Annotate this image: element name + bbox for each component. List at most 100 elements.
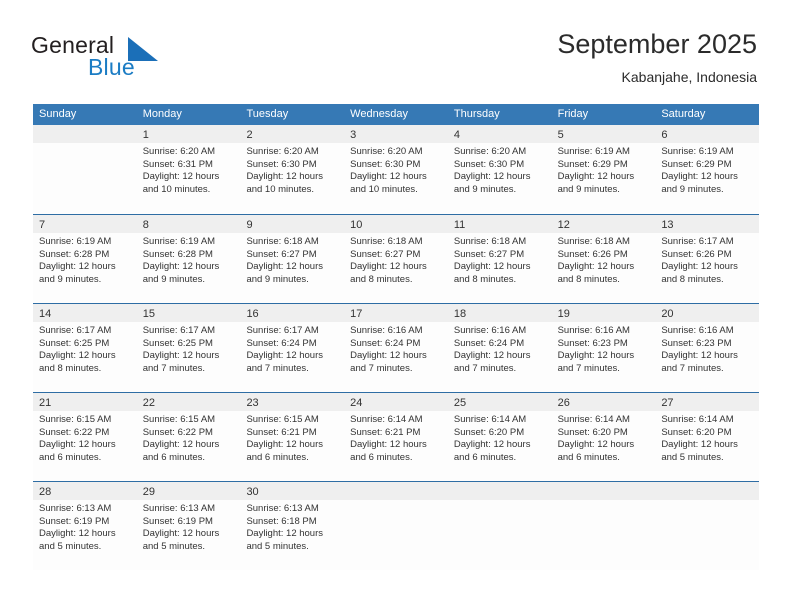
day-cell[interactable]: 12 Sunrise: 6:18 AM Sunset: 6:26 PM Dayl… [551, 215, 656, 303]
daylight-text-line2: and 6 minutes. [350, 451, 413, 463]
day-cell[interactable]: 6 Sunrise: 6:19 AM Sunset: 6:29 PM Dayli… [655, 125, 760, 214]
day-cell[interactable] [447, 482, 552, 570]
day-details: Sunrise: 6:19 AM Sunset: 6:29 PM Dayligh… [552, 143, 656, 196]
day-number-band: 30 [240, 482, 345, 500]
day-details: Sunrise: 6:16 AM Sunset: 6:24 PM Dayligh… [448, 322, 552, 375]
sunset-text: Sunset: 6:21 PM [246, 426, 317, 438]
day-cell[interactable]: 14 Sunrise: 6:17 AM Sunset: 6:25 PM Dayl… [33, 304, 137, 392]
week-row: 21 Sunrise: 6:15 AM Sunset: 6:22 PM Dayl… [33, 392, 760, 481]
day-cell[interactable]: 16 Sunrise: 6:17 AM Sunset: 6:24 PM Dayl… [240, 304, 345, 392]
sunrise-text: Sunrise: 6:19 AM [142, 236, 216, 247]
daylight-text-line2: and 10 minutes. [142, 183, 211, 195]
day-cell[interactable]: 7 Sunrise: 6:19 AM Sunset: 6:28 PM Dayli… [33, 215, 137, 303]
daylight-text-line2: and 5 minutes. [39, 540, 102, 552]
day-cell[interactable]: 15 Sunrise: 6:17 AM Sunset: 6:25 PM Dayl… [136, 304, 241, 392]
day-cell[interactable]: 24 Sunrise: 6:14 AM Sunset: 6:21 PM Dayl… [344, 393, 448, 481]
week-row: 28 Sunrise: 6:13 AM Sunset: 6:19 PM Dayl… [33, 481, 760, 570]
daylight-text-line1: Daylight: 12 hours [453, 350, 531, 362]
daylight-text-line1: Daylight: 12 hours [350, 261, 427, 273]
day-cell[interactable]: 30 Sunrise: 6:13 AM Sunset: 6:18 PM Dayl… [240, 482, 345, 570]
day-cell[interactable]: 10 Sunrise: 6:18 AM Sunset: 6:27 PM Dayl… [344, 215, 448, 303]
daylight-text-line1: Daylight: 12 hours [557, 171, 635, 183]
day-cell[interactable]: 29 Sunrise: 6:13 AM Sunset: 6:19 PM Dayl… [136, 482, 241, 570]
day-cell[interactable]: 17 Sunrise: 6:16 AM Sunset: 6:24 PM Dayl… [344, 304, 448, 392]
day-number: 18 [453, 308, 467, 320]
general-blue-logo[interactable]: General Blue [31, 32, 251, 84]
day-number-band: 19 [551, 304, 656, 322]
sunrise-text: Sunrise: 6:17 AM [661, 236, 734, 247]
weekday-header-thursday: Thursday [453, 108, 500, 120]
day-cell[interactable]: 23 Sunrise: 6:15 AM Sunset: 6:21 PM Dayl… [240, 393, 345, 481]
day-number-band [447, 482, 552, 500]
sunset-text: Sunset: 6:26 PM [557, 248, 628, 260]
day-cell[interactable] [655, 482, 760, 570]
daylight-text-line1: Daylight: 12 hours [142, 528, 220, 540]
sunset-text: Sunset: 6:19 PM [39, 515, 110, 527]
sunrise-text: Sunrise: 6:18 AM [246, 236, 319, 247]
day-cell[interactable] [33, 125, 137, 214]
day-cell[interactable]: 22 Sunrise: 6:15 AM Sunset: 6:22 PM Dayl… [136, 393, 241, 481]
day-cell[interactable]: 5 Sunrise: 6:19 AM Sunset: 6:29 PM Dayli… [551, 125, 656, 214]
day-number-band [33, 125, 137, 143]
day-number: 30 [246, 486, 259, 498]
day-cell[interactable]: 8 Sunrise: 6:19 AM Sunset: 6:28 PM Dayli… [136, 215, 241, 303]
day-cell[interactable] [551, 482, 656, 570]
sunrise-text: Sunrise: 6:20 AM [350, 146, 423, 157]
daylight-text-line1: Daylight: 12 hours [39, 528, 116, 540]
day-number-band: 10 [344, 215, 448, 233]
daylight-text-line1: Daylight: 12 hours [453, 261, 531, 273]
day-cell[interactable]: 3 Sunrise: 6:20 AM Sunset: 6:30 PM Dayli… [344, 125, 448, 214]
sunrise-text: Sunrise: 6:20 AM [246, 146, 319, 157]
daylight-text-line2: and 6 minutes. [453, 451, 517, 463]
day-number-band: 18 [447, 304, 552, 322]
day-cell[interactable]: 2 Sunrise: 6:20 AM Sunset: 6:30 PM Dayli… [240, 125, 345, 214]
sunrise-text: Sunrise: 6:16 AM [661, 325, 734, 336]
sunset-text: Sunset: 6:29 PM [661, 158, 732, 170]
day-cell[interactable]: 21 Sunrise: 6:15 AM Sunset: 6:22 PM Dayl… [33, 393, 137, 481]
day-number: 14 [39, 308, 52, 320]
day-details: Sunrise: 6:17 AM Sunset: 6:25 PM Dayligh… [33, 322, 137, 375]
daylight-text-line1: Daylight: 12 hours [350, 350, 427, 362]
day-cell[interactable]: 11 Sunrise: 6:18 AM Sunset: 6:27 PM Dayl… [447, 215, 552, 303]
day-details [448, 500, 552, 503]
sunset-text: Sunset: 6:24 PM [350, 337, 421, 349]
daylight-text-line2: and 8 minutes. [39, 362, 102, 374]
daylight-text-line2: and 9 minutes. [246, 273, 309, 285]
day-number: 10 [350, 219, 363, 231]
day-cell[interactable]: 1 Sunrise: 6:20 AM Sunset: 6:31 PM Dayli… [136, 125, 241, 214]
day-details: Sunrise: 6:16 AM Sunset: 6:24 PM Dayligh… [344, 322, 448, 375]
daylight-text-line2: and 10 minutes. [246, 183, 315, 195]
day-number-band: 29 [136, 482, 241, 500]
day-cell[interactable]: 26 Sunrise: 6:14 AM Sunset: 6:20 PM Dayl… [551, 393, 656, 481]
day-number: 22 [142, 397, 155, 409]
day-cell[interactable]: 9 Sunrise: 6:18 AM Sunset: 6:27 PM Dayli… [240, 215, 345, 303]
daylight-text-line2: and 8 minutes. [350, 273, 413, 285]
day-cell[interactable]: 4 Sunrise: 6:20 AM Sunset: 6:30 PM Dayli… [447, 125, 552, 214]
day-details: Sunrise: 6:14 AM Sunset: 6:20 PM Dayligh… [552, 411, 656, 464]
day-number: 21 [39, 397, 52, 409]
daylight-text-line2: and 8 minutes. [453, 273, 517, 285]
day-details: Sunrise: 6:20 AM Sunset: 6:30 PM Dayligh… [448, 143, 552, 196]
day-number: 5 [557, 129, 564, 141]
day-number: 29 [142, 486, 155, 498]
sunset-text: Sunset: 6:24 PM [246, 337, 317, 349]
sunrise-text: Sunrise: 6:16 AM [453, 325, 527, 336]
day-cell[interactable]: 28 Sunrise: 6:13 AM Sunset: 6:19 PM Dayl… [33, 482, 137, 570]
sunset-text: Sunset: 6:22 PM [39, 426, 110, 438]
day-cell[interactable]: 20 Sunrise: 6:16 AM Sunset: 6:23 PM Dayl… [655, 304, 760, 392]
day-cell[interactable]: 19 Sunrise: 6:16 AM Sunset: 6:23 PM Dayl… [551, 304, 656, 392]
day-cell[interactable]: 13 Sunrise: 6:17 AM Sunset: 6:26 PM Dayl… [655, 215, 760, 303]
sunrise-text: Sunrise: 6:19 AM [39, 236, 112, 247]
day-cell[interactable]: 25 Sunrise: 6:14 AM Sunset: 6:20 PM Dayl… [447, 393, 552, 481]
week-row: 1 Sunrise: 6:20 AM Sunset: 6:31 PM Dayli… [33, 125, 760, 214]
day-details: Sunrise: 6:13 AM Sunset: 6:19 PM Dayligh… [33, 500, 137, 553]
sunrise-text: Sunrise: 6:17 AM [39, 325, 112, 336]
day-number-band: 6 [655, 125, 760, 143]
day-cell[interactable] [344, 482, 448, 570]
day-cell[interactable]: 27 Sunrise: 6:14 AM Sunset: 6:20 PM Dayl… [655, 393, 760, 481]
day-number-band [551, 482, 656, 500]
daylight-text-line2: and 9 minutes. [661, 183, 724, 195]
day-cell[interactable]: 18 Sunrise: 6:16 AM Sunset: 6:24 PM Dayl… [447, 304, 552, 392]
day-details: Sunrise: 6:13 AM Sunset: 6:18 PM Dayligh… [240, 500, 344, 553]
day-number: 2 [246, 129, 253, 141]
